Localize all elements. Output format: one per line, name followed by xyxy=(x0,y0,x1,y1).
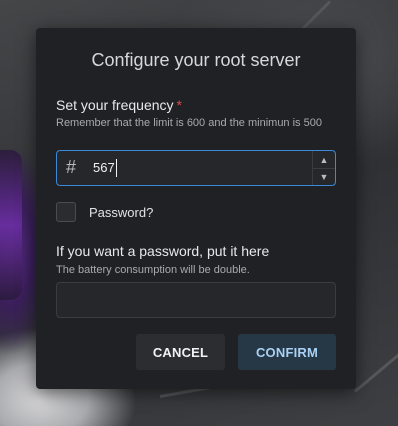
cancel-button[interactable]: CANCEL xyxy=(136,334,225,370)
chevron-down-icon: ▼ xyxy=(319,171,329,182)
password-input[interactable] xyxy=(56,282,336,318)
frequency-label-text: Set your frequency xyxy=(56,97,174,113)
frequency-stepper[interactable]: ▲ ▼ xyxy=(312,151,335,185)
password-checkbox[interactable] xyxy=(56,202,76,222)
configure-server-dialog: Configure your root server Set your freq… xyxy=(36,28,356,389)
background-character xyxy=(0,150,22,300)
password-hint: The battery consumption will be double. xyxy=(56,264,250,276)
chevron-up-icon: ▲ xyxy=(319,154,329,165)
dialog-title: Configure your root server xyxy=(91,50,301,70)
confirm-button[interactable]: CONFIRM xyxy=(238,334,336,370)
password-label: If you want a password, put it here xyxy=(56,243,270,259)
frequency-hint: Remember that the limit is 600 and the m… xyxy=(56,117,322,129)
password-toggle-row[interactable]: Password? xyxy=(56,202,153,222)
text-caret xyxy=(116,159,117,177)
frequency-value[interactable]: 567 xyxy=(93,160,115,175)
frequency-label: Set your frequency * xyxy=(56,97,182,113)
password-checkbox-label[interactable]: Password? xyxy=(89,205,153,220)
hash-icon: # xyxy=(66,157,77,177)
required-mark: * xyxy=(176,97,182,113)
decrement-button[interactable]: ▼ xyxy=(313,168,335,185)
frequency-input[interactable]: # 567 ▲ ▼ xyxy=(56,150,336,186)
increment-button[interactable]: ▲ xyxy=(313,151,335,169)
